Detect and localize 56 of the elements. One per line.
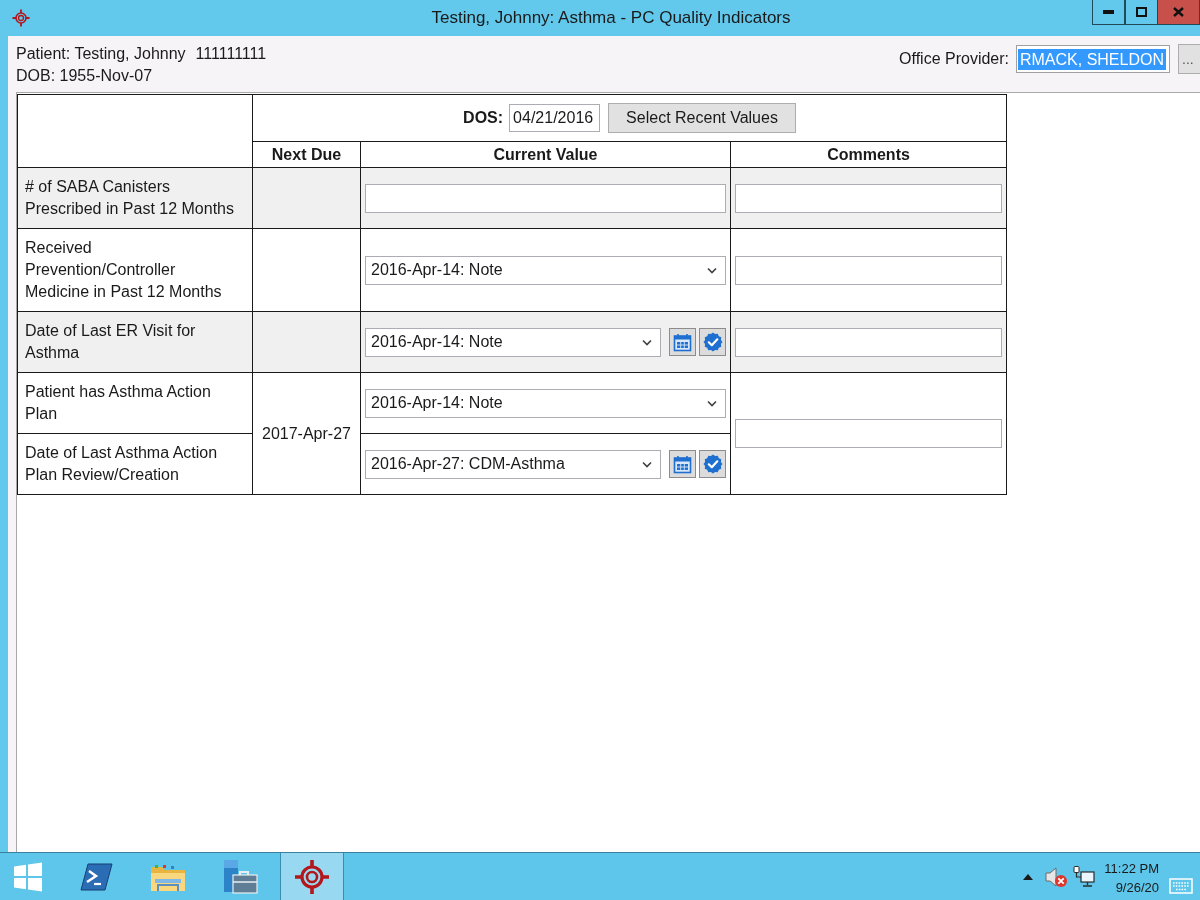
value-field[interactable] <box>365 183 726 213</box>
close-button[interactable] <box>1158 0 1200 25</box>
comment-field[interactable] <box>735 327 1003 357</box>
column-header: Next Due <box>252 141 361 168</box>
minimize-icon <box>1103 10 1114 14</box>
network-icon <box>1072 864 1097 889</box>
value-dropdown[interactable]: 2016-Apr-27: CDM-Asthma <box>365 449 661 479</box>
crosshair-icon <box>294 858 330 895</box>
chevron-down-icon <box>642 338 652 346</box>
calendar-button[interactable] <box>669 450 696 478</box>
server-briefcase-icon <box>221 858 259 895</box>
taskbar-button[interactable] <box>280 853 344 900</box>
clock-time: 11:22 PM <box>1104 859 1159 878</box>
row-label: # of SABA Canisters Prescribed in Past 12 Months <box>17 167 253 229</box>
check-button[interactable] <box>699 328 726 356</box>
calendar-icon <box>673 332 692 352</box>
comment-field[interactable] <box>735 419 1003 448</box>
chevron-down-icon <box>707 266 717 274</box>
window-title: Testing, Johnny: Asthma - PC Quality Indicators <box>430 7 792 29</box>
chevron-down-icon <box>642 460 652 468</box>
start-icon <box>13 861 43 892</box>
terminal-icon <box>79 862 113 891</box>
row-label: Date of Last ER Visit for Asthma <box>17 311 253 373</box>
dos-label: DOS: <box>463 109 504 127</box>
minimize-button[interactable] <box>1092 0 1125 25</box>
caret-up-icon[interactable] <box>1023 873 1034 880</box>
maximize-icon <box>1136 7 1147 17</box>
calendar-icon <box>673 454 692 474</box>
crosshair-icon <box>12 9 30 27</box>
check-badge-icon <box>702 332 723 352</box>
row-label: Date of Last Asthma Action Plan Review/Creation <box>17 433 253 495</box>
next-due-date: 2017-Apr-27 <box>252 372 361 495</box>
chevron-down-icon <box>707 399 717 407</box>
column-header: Current Value <box>360 141 731 168</box>
value-dropdown[interactable]: 2016-Apr-14: Note <box>365 388 726 418</box>
browse-button[interactable]: ... <box>1178 44 1200 74</box>
close-icon <box>1173 7 1184 17</box>
patient-number: 111111111 <box>195 44 267 64</box>
row-label: Patient has Asthma Action Plan <box>17 372 253 434</box>
check-button[interactable] <box>699 450 726 478</box>
maximize-button[interactable] <box>1125 0 1158 25</box>
provider-label: Office Provider: <box>899 50 1009 68</box>
column-header: Comments <box>730 141 1007 168</box>
patient-dob: DOB: 1955-Nov-07 <box>16 66 154 86</box>
value-dropdown[interactable]: 2016-Apr-14: Note <box>365 327 661 357</box>
select-recent-button[interactable]: Select Recent Values <box>608 103 796 133</box>
value-dropdown[interactable]: 2016-Apr-14: Note <box>365 255 726 285</box>
clock-date: 9/26/20 <box>1115 878 1159 897</box>
comment-field[interactable] <box>735 183 1003 213</box>
patient-name: Patient: Testing, Johnny <box>16 44 186 64</box>
check-badge-icon <box>702 454 723 474</box>
dos-field[interactable]: 04/21/2016 <box>509 104 601 132</box>
row-label: Received Prevention/Controller Medicine in Past 12 Months <box>17 228 253 312</box>
speaker-muted-icon <box>1044 865 1069 888</box>
comment-field[interactable] <box>735 255 1003 285</box>
calendar-button[interactable] <box>669 328 696 356</box>
